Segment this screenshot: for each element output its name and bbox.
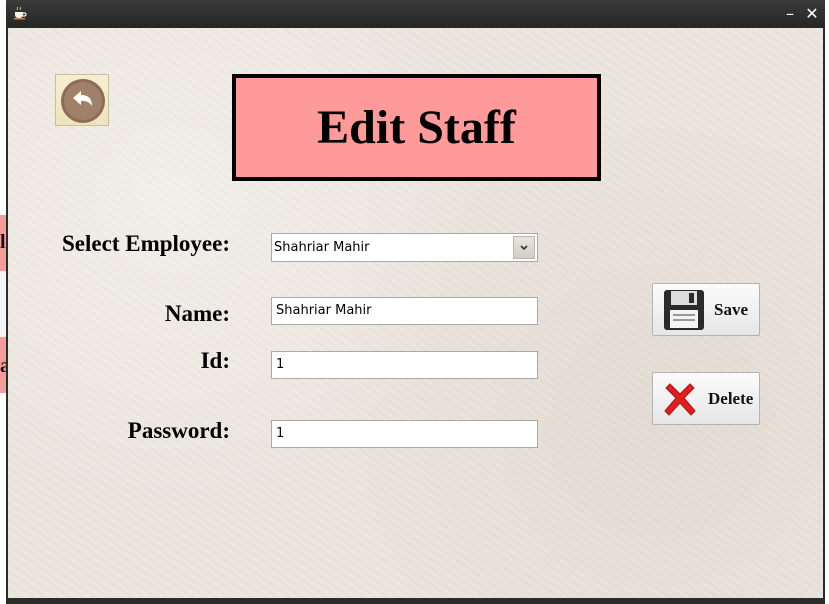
select-employee-label: Select Employee: <box>62 231 230 256</box>
edit-staff-window: – ✕ Edit Staff Select Employee: Shahriar… <box>6 0 825 604</box>
id-label: Id: <box>200 348 230 373</box>
chevron-down-icon <box>520 245 528 251</box>
employee-select-value: Shahriar Mahir <box>274 240 370 255</box>
dropdown-arrow-button[interactable] <box>513 236 535 259</box>
name-label: Name: <box>164 301 230 326</box>
name-field[interactable]: Shahriar Mahir <box>271 297 538 325</box>
page-title: Edit Staff <box>317 101 516 154</box>
id-field[interactable]: 1 <box>271 351 538 379</box>
content-area: Edit Staff Select Employee: Shahriar Mah… <box>8 28 823 598</box>
minimize-button[interactable]: – <box>780 4 800 24</box>
title-bar[interactable]: – ✕ <box>6 0 825 28</box>
red-x-icon <box>661 381 699 423</box>
back-button[interactable] <box>55 74 109 126</box>
save-label: Save <box>714 300 748 319</box>
delete-button[interactable]: Delete <box>652 372 760 425</box>
page-title-banner: Edit Staff <box>232 74 601 181</box>
close-button[interactable]: ✕ <box>802 4 822 24</box>
delete-label: Delete <box>708 389 754 408</box>
password-field[interactable]: 1 <box>271 420 538 448</box>
employee-select[interactable]: Shahriar Mahir <box>271 233 538 262</box>
coffee-cup-icon <box>12 5 28 21</box>
password-label: Password: <box>127 418 230 443</box>
floppy-disk-icon <box>663 289 705 335</box>
save-button[interactable]: Save <box>652 283 760 336</box>
